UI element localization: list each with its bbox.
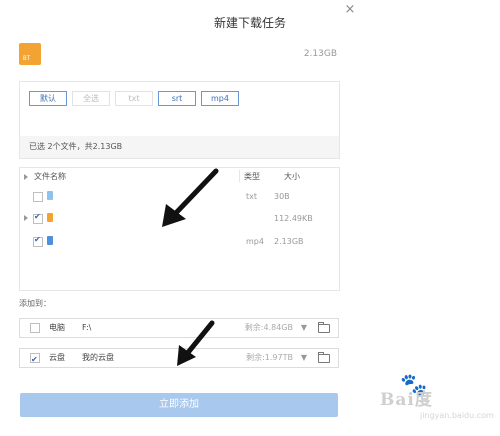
watermark-logo: Bai度	[380, 390, 433, 410]
watermark-url: jingyan.baidu.com	[420, 411, 494, 420]
arrow-annotation	[171, 168, 219, 218]
arrow-annotation	[183, 320, 215, 358]
annotation-arrows	[162, 168, 219, 366]
